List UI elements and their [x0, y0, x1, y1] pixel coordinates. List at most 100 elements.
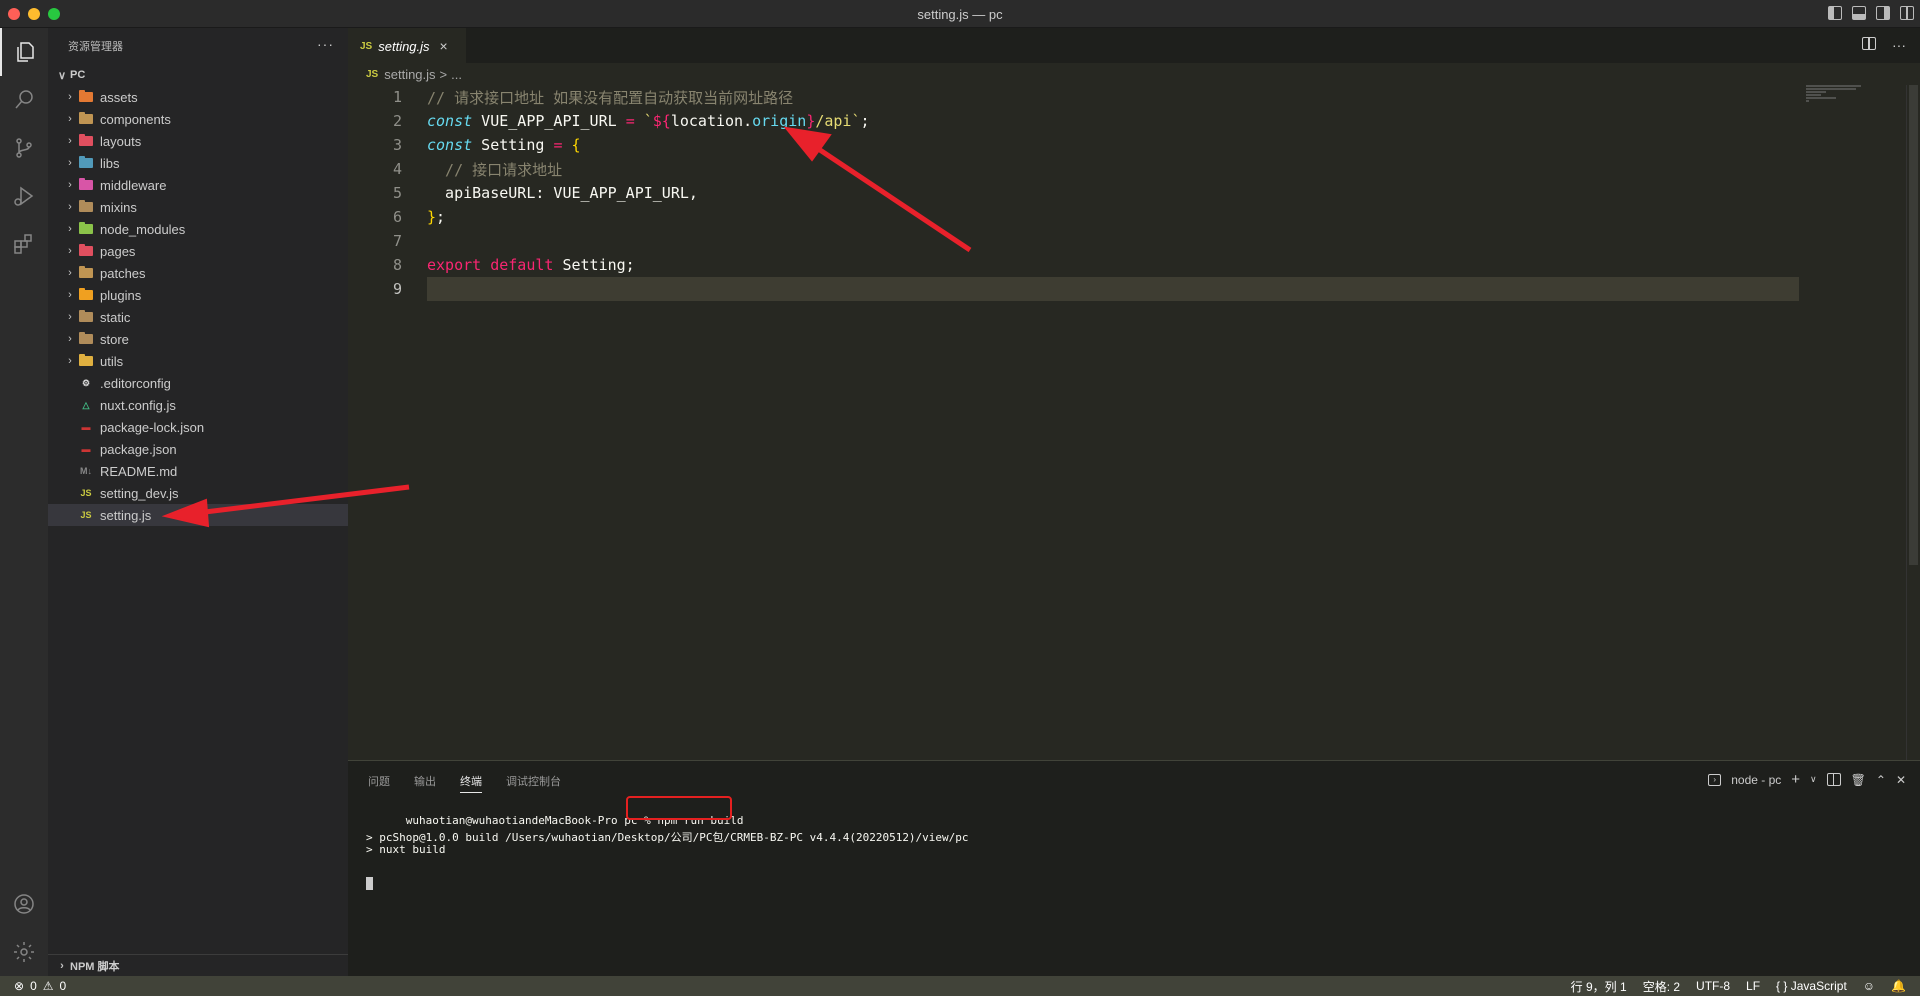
workspace-root[interactable]: ∨ PC	[48, 64, 348, 86]
toggle-secondary-sidebar-icon[interactable]	[1876, 6, 1890, 20]
tab-output[interactable]: 输出	[414, 773, 436, 789]
chevron-right-icon: ›	[60, 959, 64, 972]
code-keyword: export	[427, 256, 482, 274]
folder-icon	[78, 112, 94, 126]
account-icon[interactable]	[0, 880, 48, 928]
indentation[interactable]: 空格: 2	[1643, 978, 1680, 995]
folder-label: components	[100, 111, 171, 127]
code-identifier: VUE_APP_API_URL	[472, 112, 626, 130]
minimap[interactable]	[1806, 85, 1906, 115]
line-number: 6	[392, 208, 402, 226]
language-mode[interactable]: { } JavaScript	[1776, 979, 1847, 993]
folder-item[interactable]: › utils	[48, 350, 348, 372]
editor-more-actions-icon[interactable]: ···	[1892, 37, 1906, 53]
folder-label: mixins	[100, 199, 137, 215]
split-terminal-icon[interactable]	[1826, 773, 1841, 786]
folder-label: pages	[100, 243, 136, 259]
scrollbar-thumb[interactable]	[1909, 85, 1918, 565]
folder-icon	[78, 332, 94, 346]
tab-label: setting.js	[378, 38, 430, 54]
file-item[interactable]: △ nuxt.config.js	[48, 394, 348, 416]
run-debug-icon[interactable]	[0, 172, 48, 220]
folder-item[interactable]: › assets	[48, 86, 348, 108]
file-item[interactable]: ⚙ .editorconfig	[48, 372, 348, 394]
folder-label: patches	[100, 265, 146, 281]
new-terminal-icon[interactable]: +	[1791, 771, 1800, 788]
chevron-right-icon: ›	[68, 135, 72, 147]
folder-item[interactable]: › pages	[48, 240, 348, 262]
bell-icon[interactable]: 🔔	[1891, 979, 1906, 993]
problems-status[interactable]: ⊗ 0 ⚠ 0	[14, 979, 66, 993]
line-number: 3	[392, 136, 402, 154]
folder-label: store	[100, 331, 129, 347]
feedback-icon[interactable]: ☺	[1863, 979, 1875, 993]
cursor-position[interactable]: 行 9，列 1	[1571, 978, 1627, 995]
maximize-panel-icon[interactable]: ⌃	[1876, 773, 1886, 787]
folder-item[interactable]: › components	[48, 108, 348, 130]
folder-item[interactable]: › layouts	[48, 130, 348, 152]
folder-item[interactable]: › node_modules	[48, 218, 348, 240]
code-comment: // 请求接口地址 如果没有配置自动获取当前网址路径	[427, 88, 794, 107]
file-item[interactable]: JS setting.js	[48, 504, 348, 526]
npm-scripts-section[interactable]: › NPM 脚本	[48, 954, 348, 976]
folder-item[interactable]: › plugins	[48, 284, 348, 306]
chevron-down-icon: ∨	[57, 69, 67, 82]
folder-item[interactable]: › store	[48, 328, 348, 350]
code-identifier: Setting	[472, 136, 554, 154]
extensions-icon[interactable]	[0, 220, 48, 268]
split-editor-icon[interactable]	[1862, 37, 1876, 50]
explorer-header: 资源管理器 ···	[48, 28, 348, 64]
npm-icon: ▬	[81, 444, 91, 454]
file-item[interactable]: M↓ README.md	[48, 460, 348, 482]
terminal-name[interactable]: node - pc	[1731, 773, 1781, 787]
warning-count: 0	[59, 979, 67, 993]
code-editor[interactable]: 1 // 请求接口地址 如果没有配置自动获取当前网址路径 2 const VUE…	[348, 85, 1888, 301]
line-number: 1	[392, 88, 402, 106]
end-of-line[interactable]: LF	[1746, 979, 1760, 993]
tab-problems[interactable]: 问题	[368, 773, 390, 789]
code-interp: ${	[652, 112, 671, 130]
encoding[interactable]: UTF-8	[1696, 979, 1730, 993]
manage-gear-icon[interactable]	[0, 928, 48, 976]
chevron-right-icon: ›	[68, 223, 72, 235]
code-punct: ;	[436, 208, 446, 226]
file-item[interactable]: JS setting_dev.js	[48, 482, 348, 504]
chevron-down-icon[interactable]: ∨	[1810, 774, 1817, 785]
folder-item[interactable]: › mixins	[48, 196, 348, 218]
code-line: 6 };	[348, 205, 1888, 229]
chevron-right-icon: ›	[68, 333, 72, 345]
close-panel-icon[interactable]: ✕	[1896, 773, 1906, 787]
terminal-line: > nuxt build	[366, 843, 446, 856]
folder-item[interactable]: › middleware	[48, 174, 348, 196]
code-line: 7	[348, 229, 1888, 253]
folder-label: middleware	[100, 177, 167, 193]
toggle-panel-icon[interactable]	[1852, 6, 1866, 20]
code-line: 5 apiBaseURL: VUE_APP_API_URL,	[348, 181, 1888, 205]
more-actions-icon[interactable]: ···	[317, 36, 334, 52]
customize-layout-icon[interactable]	[1900, 6, 1914, 20]
toggle-sidebar-icon[interactable]	[1828, 6, 1842, 20]
trash-icon[interactable]: 🗑	[1851, 773, 1866, 787]
terminal-output[interactable]: wuhaotian@wuhaotiandeMacBook-Pro pc % np…	[366, 796, 969, 890]
tab-setting-js[interactable]: JS setting.js ×	[348, 28, 466, 63]
chevron-right-icon: ›	[68, 311, 72, 323]
folder-item[interactable]: › static	[48, 306, 348, 328]
folder-item[interactable]: › libs	[48, 152, 348, 174]
explorer-icon[interactable]	[0, 28, 48, 76]
folder-item[interactable]: › patches	[48, 262, 348, 284]
folder-icon	[78, 134, 94, 148]
file-item[interactable]: ▬ package.json	[48, 438, 348, 460]
file-item[interactable]: ▬ package-lock.json	[48, 416, 348, 438]
tab-debug-console[interactable]: 调试控制台	[506, 773, 561, 789]
breadcrumb-symbol[interactable]: ...	[451, 67, 462, 82]
code-identifier: Setting;	[553, 256, 635, 274]
source-control-icon[interactable]	[0, 124, 48, 172]
tab-terminal[interactable]: 终端	[460, 773, 482, 793]
search-icon[interactable]	[0, 76, 48, 124]
editor-scrollbar[interactable]	[1906, 85, 1920, 760]
chevron-right-icon: ›	[68, 201, 72, 213]
workspace-root-label: PC	[70, 69, 86, 81]
breadcrumb-file[interactable]: setting.js	[384, 67, 435, 82]
npm-icon: ▬	[81, 422, 91, 432]
close-tab-icon[interactable]: ×	[440, 38, 448, 54]
